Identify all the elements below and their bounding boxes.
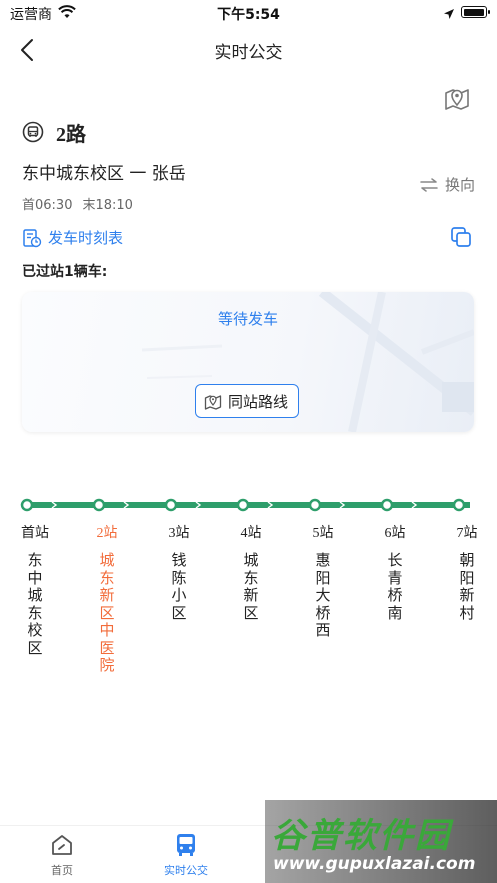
route-name: 2路 [56, 123, 86, 146]
home-icon [52, 835, 72, 855]
route-header: 2路 [22, 118, 86, 146]
share-icon[interactable] [449, 225, 473, 249]
tab-realtime-bus-label: 实时公交 [164, 864, 208, 877]
first-bus-time: 首06:30 [22, 198, 73, 213]
same-stop-routes-button[interactable]: 同站路线 [195, 384, 300, 418]
schedule-icon [23, 228, 42, 247]
stop-number: 首站 [21, 526, 49, 541]
stop-marker [380, 498, 394, 512]
route-direction: 东中城东校区 一 张岳 [22, 164, 186, 184]
stop-number: 7站 [456, 526, 478, 541]
stop-item-current[interactable]: 2站 城东新区中医院 [87, 522, 127, 675]
watermark-title: 谷普软件园 [271, 816, 451, 856]
route-line [20, 498, 470, 512]
bus-icon [22, 121, 44, 143]
stop-marker [92, 498, 106, 512]
last-bus-time: 末18:10 [82, 198, 133, 213]
stop-name: 东中城东校区 [27, 551, 43, 657]
stop-marker [452, 498, 466, 512]
switch-direction-label: 换向 [444, 176, 475, 194]
location-arrow-icon [443, 5, 455, 24]
stop-number: 5站 [312, 526, 334, 541]
stop-marker [164, 498, 178, 512]
stop-marker [20, 498, 34, 512]
schedule-label: 发车时刻表 [48, 229, 124, 247]
clock: 下午5:54 [217, 7, 280, 23]
same-stop-routes-label: 同站路线 [228, 392, 289, 411]
stop-item[interactable]: 5站 惠阳大桥西 [303, 522, 343, 640]
stop-item[interactable]: 首站 东中城东校区 [15, 522, 55, 657]
stop-item[interactable]: 6站 长青桥南 [375, 522, 415, 622]
route-times: 首06:30 末18:10 [22, 194, 143, 213]
switch-direction-button[interactable]: 换向 [419, 174, 475, 195]
page-title: 实时公交 [214, 43, 283, 63]
stop-name: 钱陈小区 [171, 551, 187, 622]
bus-status-text: 等待发车 [217, 310, 278, 328]
stop-name: 长青桥南 [387, 551, 403, 622]
tab-realtime-bus[interactable]: 实时公交 [136, 832, 236, 878]
watermark-logo: 谷普软件园 www.gupuxlazai.com [265, 800, 497, 883]
battery-icon [461, 6, 490, 18]
swap-icon [420, 177, 438, 192]
stop-name: 朝阳新村 [459, 551, 475, 622]
stop-number: 6站 [384, 526, 406, 541]
tab-home-label: 首页 [51, 864, 73, 877]
nav-bar: 实时公交 [0, 26, 497, 74]
watermark-url: www.gupuxlazai.com [273, 854, 476, 874]
stop-item[interactable]: 7站 朝阳新村 [447, 522, 487, 622]
stop-item[interactable]: 4站 城东新区 [231, 522, 271, 622]
stop-item[interactable]: 3站 钱陈小区 [159, 522, 199, 622]
stop-number: 4站 [240, 526, 262, 541]
map-pin-icon[interactable] [443, 84, 471, 112]
stop-marker [308, 498, 322, 512]
schedule-link[interactable]: 发车时刻表 [22, 227, 123, 248]
stop-name: 惠阳大桥西 [315, 551, 331, 639]
tab-home[interactable]: 首页 [12, 832, 112, 878]
status-bar: 运营商 下午5:54 [0, 0, 497, 26]
route-map-icon [204, 395, 222, 410]
bus-icon [177, 834, 195, 856]
bus-status-card: 等待发车 同站路线 [22, 292, 474, 432]
stop-number: 2站 [96, 526, 118, 541]
stop-number: 3站 [168, 526, 190, 541]
stop-name: 城东新区 [243, 551, 259, 622]
passed-buses-label: 已过站1辆车: [22, 264, 108, 280]
stop-name: 城东新区中医院 [99, 551, 115, 674]
stop-marker [236, 498, 250, 512]
